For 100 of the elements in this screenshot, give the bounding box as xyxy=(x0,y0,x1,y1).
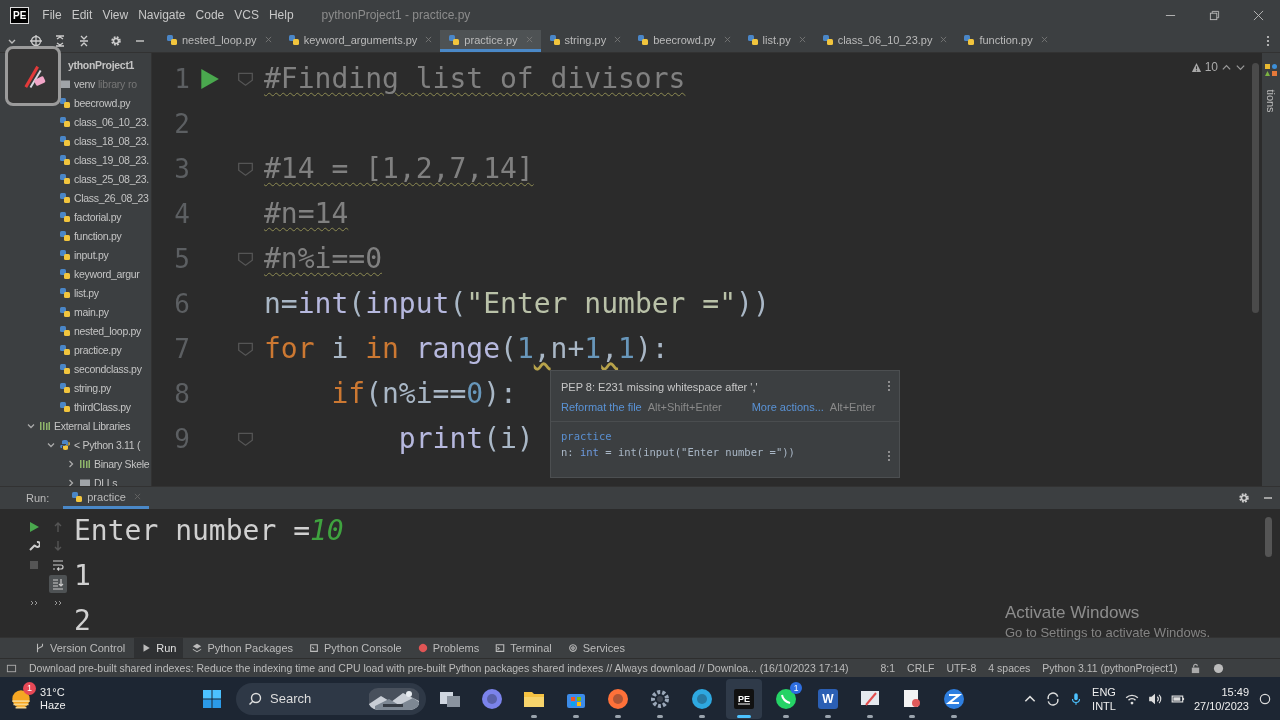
taskbar-app[interactable]: PE xyxy=(726,678,762,719)
error-icon xyxy=(417,643,428,653)
windows-start-icon[interactable] xyxy=(202,688,222,709)
status-item[interactable]: CRLF xyxy=(907,662,935,674)
tree-item[interactable]: keyword_argur xyxy=(74,267,140,280)
tree-item[interactable]: < Python 3.11 ( xyxy=(74,438,141,451)
editor-tab[interactable]: list.py xyxy=(738,30,814,52)
tree-item[interactable]: Binary Skele xyxy=(94,457,150,470)
tree-item[interactable]: External Libraries xyxy=(54,419,131,432)
tree-item[interactable]: class_25_08_23. xyxy=(74,172,149,185)
tree-item[interactable]: nested_loop.py xyxy=(74,324,142,337)
status-dot-icon[interactable] xyxy=(1212,662,1224,674)
taskbar-app[interactable]: W xyxy=(810,678,846,719)
settings-icon[interactable] xyxy=(110,35,122,47)
tool-window-tab[interactable]: Python Packages xyxy=(185,638,301,658)
tool-window-tab[interactable]: Terminal xyxy=(488,638,559,658)
editor-tab[interactable]: nested_loop.py xyxy=(158,30,280,52)
tool-window-tab[interactable]: Run xyxy=(134,638,184,658)
tool-window-tab[interactable]: Problems xyxy=(410,638,487,658)
tree-item[interactable]: input.py xyxy=(74,248,109,261)
app-logo: PE xyxy=(10,6,30,24)
settings-icon[interactable] xyxy=(1238,492,1250,504)
notification-icon[interactable] xyxy=(1258,691,1272,706)
run-icon[interactable] xyxy=(28,520,40,533)
tree-item[interactable]: class_06_10_23. xyxy=(74,115,149,128)
run-icon[interactable] xyxy=(198,66,220,91)
activation-title: Activate Windows xyxy=(1005,603,1141,623)
language-indicator[interactable]: ENG INTL xyxy=(1092,684,1116,713)
tree-item[interactable]: ythonProject1 xyxy=(68,58,135,71)
tree-item[interactable]: thirdClass.py xyxy=(74,400,131,413)
more-icon[interactable] xyxy=(887,450,891,462)
taskbar-app[interactable]: 1 xyxy=(768,678,804,719)
action-link[interactable]: More actions... xyxy=(751,401,824,413)
search-field[interactable]: Search xyxy=(236,682,426,715)
branch-icon xyxy=(35,643,45,653)
python-file-icon xyxy=(287,33,300,46)
warning-icon[interactable] xyxy=(1190,61,1202,73)
tree-item[interactable]: practice.py xyxy=(74,343,122,356)
scrollbar-thumb[interactable] xyxy=(1252,63,1259,313)
code-line: print(i) xyxy=(397,422,534,455)
editor-tab[interactable]: beecrowd.py xyxy=(629,30,739,52)
editor-tab[interactable]: class_06_10_23.py xyxy=(813,30,956,52)
editor-tab[interactable]: keyword_arguments.py xyxy=(279,30,441,52)
tree-item[interactable]: list.py xyxy=(74,286,99,299)
editor-tab[interactable]: function.py xyxy=(955,30,1056,52)
close-icon[interactable] xyxy=(1253,9,1264,21)
menu-item[interactable]: Help xyxy=(268,8,294,22)
editor-tab[interactable]: practice.py xyxy=(440,30,541,52)
menu-item[interactable]: Code xyxy=(195,8,225,22)
shortcut-text: Alt+Shift+Enter xyxy=(647,401,722,413)
tree-item[interactable]: factorial.py xyxy=(74,210,122,223)
clock[interactable]: 15:49 27/10/2023 xyxy=(1193,684,1249,713)
chevron-right-icon[interactable] xyxy=(66,458,76,469)
menu-item[interactable]: Navigate xyxy=(138,8,186,22)
tree-item[interactable]: class_19_08_23. xyxy=(74,153,149,166)
wrench-icon[interactable] xyxy=(28,539,40,552)
more-icon[interactable] xyxy=(887,380,891,392)
expand-all-icon[interactable] xyxy=(54,35,66,47)
tree-item[interactable]: string.py xyxy=(74,381,111,394)
editor-tab[interactable]: string.py xyxy=(540,30,630,52)
tree-item[interactable]: Class_26_08_23 xyxy=(74,191,149,204)
tool-window-label[interactable]: tions xyxy=(1265,89,1277,113)
scroll-to-end-icon[interactable] xyxy=(49,574,67,593)
tree-item[interactable]: class_18_08_23. xyxy=(74,134,149,147)
python-file-icon xyxy=(59,362,71,375)
status-item[interactable]: 8:1 xyxy=(880,662,896,674)
chevron-right-icon[interactable] xyxy=(66,477,76,486)
popup-title: PEP 8: E231 missing whitespace after ',' xyxy=(560,380,758,393)
python-file-icon xyxy=(71,490,84,503)
shapes-icon[interactable] xyxy=(1264,63,1278,77)
collapse-all-icon[interactable] xyxy=(78,35,90,47)
tree-item[interactable]: main.py xyxy=(74,305,109,318)
play-icon xyxy=(141,643,152,653)
tree-item[interactable]: secondclass.py xyxy=(74,362,142,375)
window-icon[interactable] xyxy=(6,662,17,674)
scrollbar-thumb[interactable] xyxy=(1265,517,1272,557)
menu-item[interactable]: File xyxy=(42,8,62,22)
menu-item[interactable]: VCS xyxy=(234,8,259,22)
tree-item[interactable]: venv xyxy=(74,77,95,90)
tool-window-tab[interactable]: Version Control xyxy=(28,638,133,658)
console-tab[interactable]: practice xyxy=(63,487,149,509)
soft-wrap-icon[interactable] xyxy=(52,558,64,571)
screen-tool-button[interactable] xyxy=(5,46,61,106)
tree-item[interactable]: function.py xyxy=(74,229,122,242)
menu-item[interactable]: Edit xyxy=(71,8,93,22)
menu-item[interactable]: View xyxy=(102,8,129,22)
status-item[interactable]: Python 3.11 (pythonProject1) xyxy=(1042,662,1178,674)
tree-item[interactable]: beecrowd.py xyxy=(74,96,131,109)
sync-icon[interactable] xyxy=(1046,691,1061,706)
restore-icon[interactable] xyxy=(1209,9,1220,21)
volume-icon[interactable] xyxy=(1147,691,1162,706)
tool-window-tab[interactable]: Python Console xyxy=(302,638,409,658)
tool-window-tab[interactable]: Services xyxy=(560,638,632,658)
status-item[interactable]: 4 spaces xyxy=(988,662,1031,674)
status-item[interactable]: UTF-8 xyxy=(946,662,977,674)
target-icon[interactable] xyxy=(30,35,42,47)
lock-icon[interactable] xyxy=(1189,662,1201,674)
action-link[interactable]: Reformat the file xyxy=(561,401,642,413)
tree-item[interactable]: DLLs xyxy=(94,476,118,486)
status-message[interactable]: Download pre-built shared indexes: Reduce the indexing time and CPU load with pre-built Python packages shared indexes // Always download // Downloa... (16/10/2023 17:14) xyxy=(29,662,849,674)
